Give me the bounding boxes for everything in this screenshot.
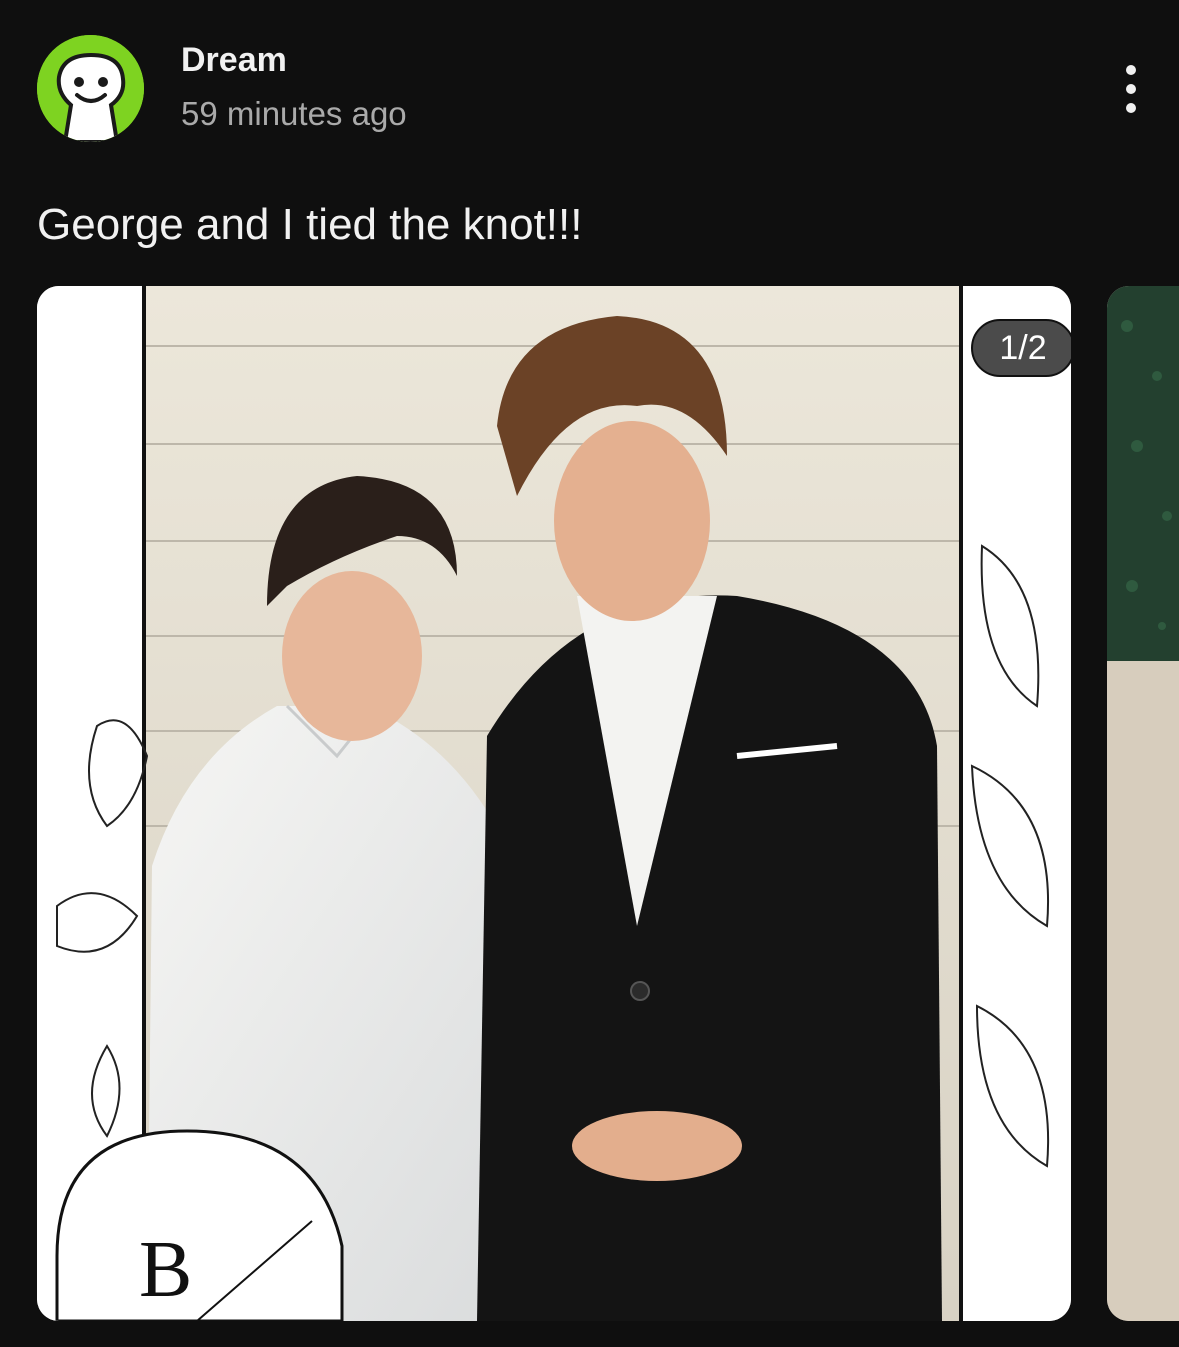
next-photo-preview xyxy=(1107,286,1179,1321)
post-photo: B xyxy=(37,286,1071,1321)
author-name[interactable]: Dream xyxy=(181,41,287,80)
carousel-slide-current[interactable]: B 1/2 xyxy=(37,286,1071,1321)
channel-avatar[interactable] xyxy=(37,35,144,142)
image-carousel[interactable]: B 1/2 xyxy=(0,286,1179,1321)
vertical-ellipsis-icon xyxy=(1126,65,1136,75)
more-options-button[interactable] xyxy=(1105,58,1157,120)
carousel-slide-next[interactable] xyxy=(1107,286,1179,1321)
page-indicator: 1/2 xyxy=(971,319,1071,377)
post-timestamp: 59 minutes ago xyxy=(181,95,407,132)
watermark-logo: B xyxy=(139,1226,192,1314)
post-text: George and I tied the knot!!! xyxy=(37,200,583,249)
dream-mask-icon xyxy=(37,35,144,142)
post-header: Dream 59 minutes ago xyxy=(0,0,1179,170)
